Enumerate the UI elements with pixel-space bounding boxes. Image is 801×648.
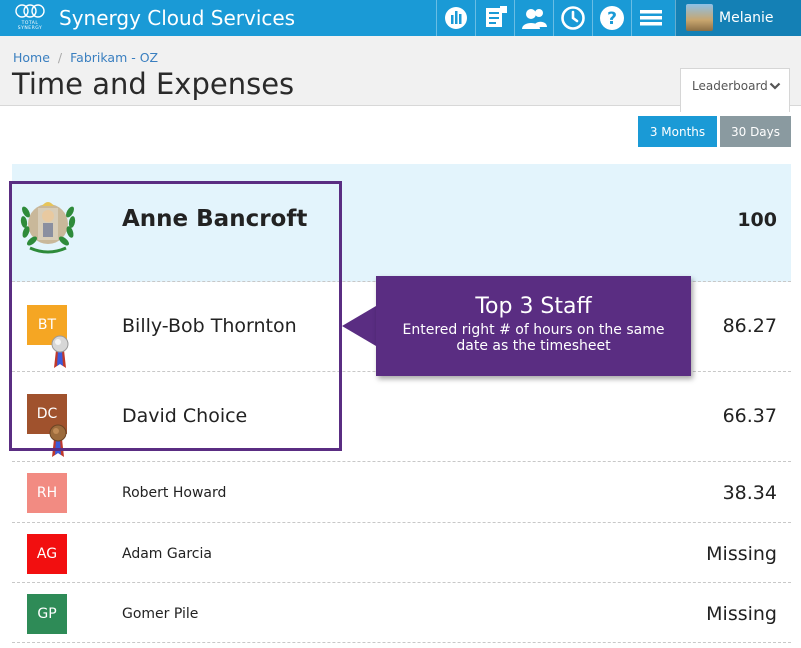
staff-name: Billy-Bob Thornton (122, 315, 297, 337)
staff-initials-badge: AG (27, 534, 67, 574)
help-icon: ? (599, 6, 624, 30)
people-button[interactable] (514, 0, 552, 36)
staff-name: Gomer Pile (122, 606, 199, 622)
documents-button[interactable] (475, 0, 513, 36)
leaderboard-row-3[interactable]: DC David Choice 66.37 (12, 372, 791, 462)
staff-score: 100 (737, 209, 777, 231)
staff-score: 86.27 (722, 315, 777, 337)
staff-name: Anne Bancroft (122, 206, 308, 232)
total-synergy-logo[interactable]: TOTAL SYNERGY (12, 3, 48, 33)
people-icon (521, 9, 547, 29)
logo-tag-line2: SYNERGY (17, 26, 43, 31)
staff-score: Missing (706, 543, 777, 565)
range-3-months-button[interactable]: 3 Months (638, 116, 717, 147)
staff-name: Robert Howard (122, 485, 227, 501)
timesheet-button[interactable] (553, 0, 591, 36)
leaderboard-dropdown-label: Leaderboard (692, 79, 768, 93)
chevron-down-icon (769, 82, 781, 90)
menu-button[interactable] (631, 0, 669, 36)
leaderboard-row-4[interactable]: RH Robert Howard 38.34 (12, 462, 791, 523)
staff-score: 66.37 (722, 405, 777, 427)
help-button[interactable]: ? (592, 0, 630, 36)
staff-score: Missing (706, 603, 777, 625)
callout-title: Top 3 Staff (475, 294, 592, 319)
leaderboard-dropdown[interactable]: Leaderboard (680, 68, 790, 112)
breadcrumb: Home / Fabrikam - OZ (13, 50, 158, 66)
user-avatar (686, 4, 713, 31)
range-30-days-button[interactable]: 30 Days (720, 116, 791, 147)
user-menu[interactable]: Melanie (675, 0, 801, 36)
silver-medal-icon (51, 335, 69, 368)
leaderboard-row-1[interactable]: Anne Bancroft 100 (12, 164, 791, 282)
breadcrumb-separator: / (57, 50, 63, 65)
svg-text:?: ? (607, 9, 617, 29)
breadcrumb-fabrikam-link[interactable]: Fabrikam - OZ (70, 50, 158, 65)
staff-initials-badge: RH (27, 473, 67, 513)
page-title: Time and Expenses (12, 67, 295, 101)
documents-icon (485, 6, 507, 27)
dashboard-button[interactable] (436, 0, 474, 36)
staff-score: 38.34 (722, 482, 777, 504)
breadcrumb-home-link[interactable]: Home (13, 50, 50, 65)
app-title[interactable]: Synergy Cloud Services (59, 6, 295, 30)
menu-icon (639, 10, 662, 26)
laurel-wreath-icon (20, 202, 76, 254)
bronze-medal-icon (49, 424, 67, 457)
staff-initials-badge: GP (27, 594, 67, 634)
top-staff-callout: Top 3 Staff Entered right # of hours on … (376, 276, 691, 376)
leaderboard-row-5[interactable]: AG Adam Garcia Missing (12, 523, 791, 583)
leaderboard-row-6[interactable]: GP Gomer Pile Missing (12, 583, 791, 643)
clock-icon (560, 6, 585, 30)
dashboard-icon (444, 7, 467, 29)
staff-name: David Choice (122, 405, 248, 427)
callout-pointer (342, 306, 376, 346)
callout-subtitle: Entered right # of hours on the same dat… (402, 322, 665, 354)
user-name: Melanie (719, 10, 774, 26)
logo-rings-icon (15, 4, 45, 18)
top-navigation-bar: TOTAL SYNERGY Synergy Cloud Services ? M… (0, 0, 801, 36)
staff-name: Adam Garcia (122, 546, 212, 562)
